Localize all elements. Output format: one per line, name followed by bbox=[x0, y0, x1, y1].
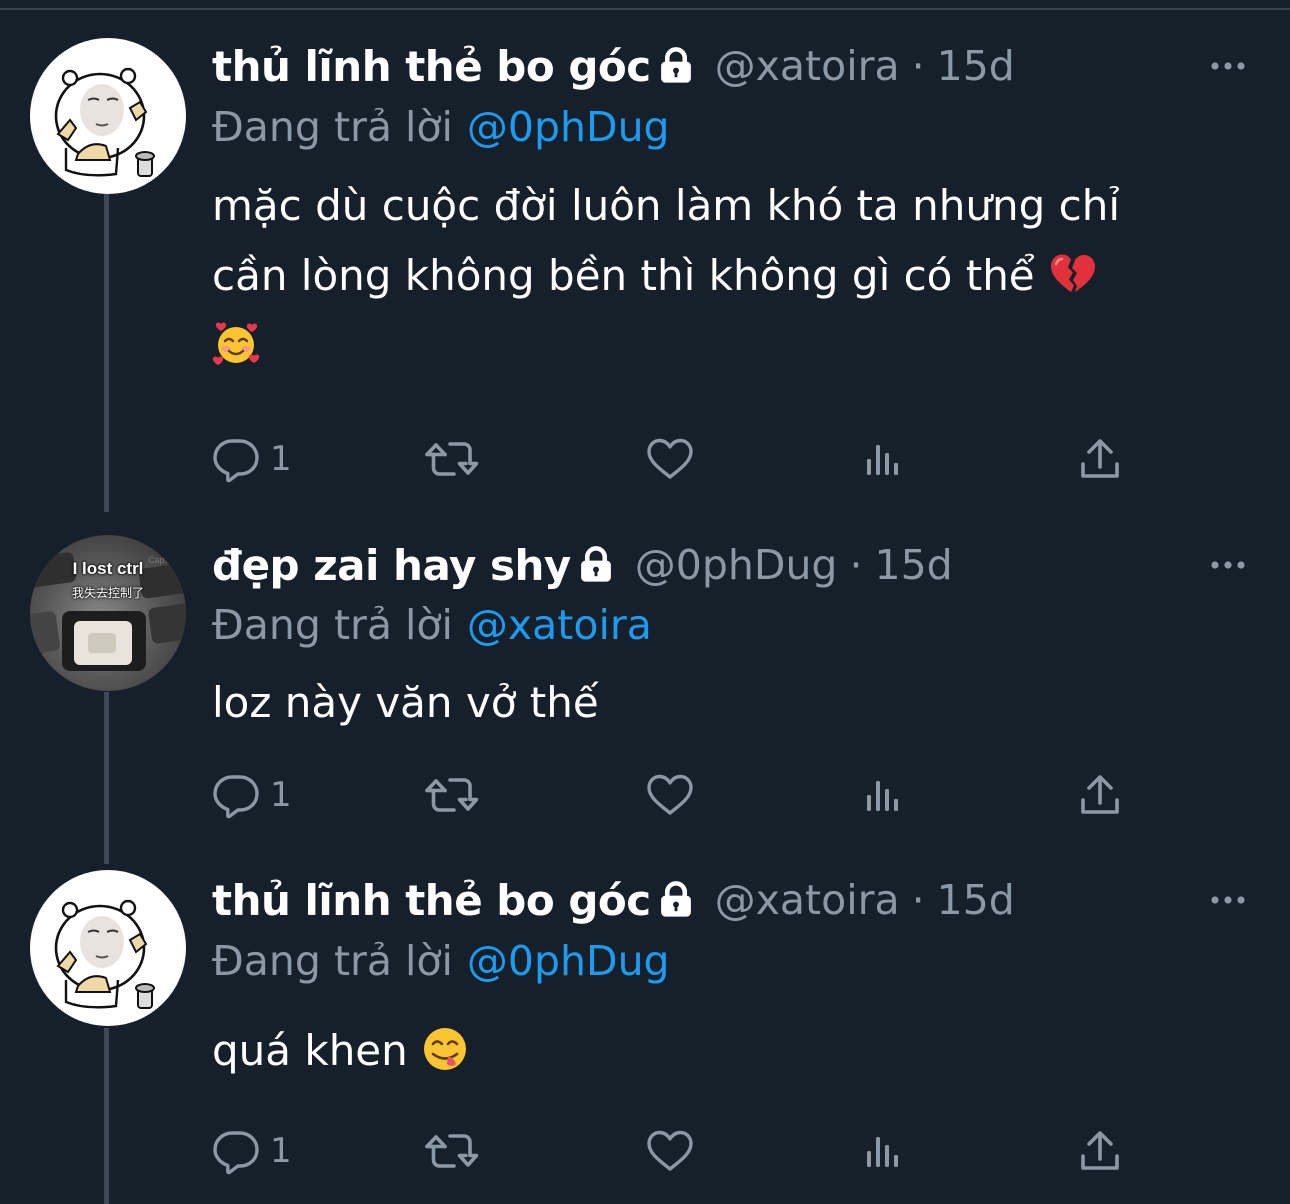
separator-dot: · bbox=[911, 876, 925, 924]
lock-icon bbox=[575, 544, 617, 586]
tweet-actions: 1 bbox=[212, 1126, 1212, 1176]
user-handle[interactable]: @0phDug bbox=[635, 541, 838, 589]
heart-icon bbox=[646, 1129, 694, 1173]
tweet-text-segment: quá khen bbox=[212, 1026, 408, 1075]
heart-icon bbox=[646, 773, 694, 817]
retweet-button[interactable] bbox=[424, 434, 480, 484]
share-button[interactable] bbox=[1078, 434, 1122, 484]
broken-heart-emoji bbox=[1048, 250, 1096, 298]
tweet[interactable]: thủ lĩnh thẻ bo góc @xatoira · 15d Đang … bbox=[0, 856, 1290, 1204]
reply-count: 1 bbox=[270, 439, 292, 479]
tweet-header: đẹp zai hay shy @0phDug · 15d bbox=[212, 537, 953, 593]
reply-button[interactable]: 1 bbox=[212, 434, 292, 484]
timestamp[interactable]: 15d bbox=[937, 42, 1015, 90]
views-button[interactable] bbox=[864, 1126, 904, 1176]
tweet-header: thủ lĩnh thẻ bo góc @xatoira · 15d bbox=[212, 872, 1015, 928]
views-button[interactable] bbox=[864, 770, 904, 820]
tweet-text: mặc dù cuộc đời luôn làm khó ta nhưng ch… bbox=[212, 171, 1262, 381]
retweet-button[interactable] bbox=[424, 770, 480, 820]
more-icon[interactable] bbox=[1208, 555, 1248, 575]
more-icon[interactable] bbox=[1208, 56, 1248, 76]
replying-to-label: Đang trả lời bbox=[212, 601, 453, 649]
replying-to: Đang trả lời @0phDug bbox=[212, 99, 670, 155]
retweet-icon bbox=[424, 439, 480, 479]
retweet-icon bbox=[424, 775, 480, 815]
replying-to-handle[interactable]: @0phDug bbox=[467, 103, 670, 151]
display-name[interactable]: đẹp zai hay shy bbox=[212, 541, 571, 590]
like-button[interactable] bbox=[646, 770, 694, 820]
tweet-text-line: cần lòng không bền thì không gì có thể bbox=[212, 241, 1262, 311]
user-handle[interactable]: @xatoira bbox=[715, 876, 900, 924]
display-name[interactable]: thủ lĩnh thẻ bo góc bbox=[212, 876, 651, 925]
views-icon bbox=[864, 439, 904, 479]
reply-button[interactable]: 1 bbox=[212, 770, 292, 820]
share-icon bbox=[1078, 437, 1122, 481]
like-button[interactable] bbox=[646, 1126, 694, 1176]
reply-count: 1 bbox=[270, 1131, 292, 1171]
share-icon bbox=[1078, 1129, 1122, 1173]
tweet-text-line bbox=[212, 311, 1262, 381]
tweet-text: loz này văn vở thế bbox=[212, 668, 1262, 738]
more-icon[interactable] bbox=[1208, 890, 1248, 910]
bear-avatar-image bbox=[30, 870, 186, 1026]
smiling-face-with-hearts-emoji bbox=[212, 320, 260, 368]
tweet-text-line: quá khen bbox=[212, 1016, 1262, 1086]
tweet-text-segment: cần lòng không bền thì không gì có thể bbox=[212, 251, 1035, 300]
tweet[interactable]: thủ lĩnh thẻ bo góc @xatoira · 15d Đang … bbox=[0, 0, 1290, 520]
share-button[interactable] bbox=[1078, 1126, 1122, 1176]
tweet-text: quá khen bbox=[212, 1016, 1262, 1086]
avatar[interactable] bbox=[30, 870, 186, 1026]
separator-dot: · bbox=[911, 42, 925, 90]
face-savoring-food-emoji bbox=[421, 1025, 469, 1073]
avatar-caption: I lost ctrl bbox=[72, 559, 144, 578]
separator-dot: · bbox=[849, 541, 863, 589]
lock-icon bbox=[655, 879, 697, 921]
reply-icon bbox=[212, 435, 260, 483]
like-button[interactable] bbox=[646, 434, 694, 484]
lock-icon bbox=[655, 45, 697, 87]
retweet-icon bbox=[424, 1131, 480, 1171]
bear-avatar-image bbox=[30, 38, 186, 194]
tweet[interactable]: I lost ctrl 我失去控制了 đẹp zai hay shy @0phD… bbox=[0, 520, 1290, 856]
replying-to-label: Đang trả lời bbox=[212, 103, 453, 151]
display-name[interactable]: thủ lĩnh thẻ bo góc bbox=[212, 42, 651, 91]
replying-to: Đang trả lời @0phDug bbox=[212, 933, 670, 989]
timestamp[interactable]: 15d bbox=[937, 876, 1015, 924]
replying-to-label: Đang trả lời bbox=[212, 937, 453, 985]
views-icon bbox=[864, 775, 904, 815]
share-icon bbox=[1078, 773, 1122, 817]
views-icon bbox=[864, 1131, 904, 1171]
replying-to-handle[interactable]: @0phDug bbox=[467, 937, 670, 985]
retweet-button[interactable] bbox=[424, 1126, 480, 1176]
tweet-text-line: loz này văn vở thế bbox=[212, 678, 599, 727]
reply-button[interactable]: 1 bbox=[212, 1126, 292, 1176]
avatar-caption: 我失去控制了 bbox=[71, 586, 144, 600]
tweet-actions: 1 bbox=[212, 770, 1212, 820]
tweet-text-line: mặc dù cuộc đời luôn làm khó ta nhưng ch… bbox=[212, 181, 1120, 230]
heart-icon bbox=[646, 437, 694, 481]
reply-icon bbox=[212, 771, 260, 819]
timestamp[interactable]: 15d bbox=[875, 541, 953, 589]
replying-to: Đang trả lời @xatoira bbox=[212, 597, 652, 653]
reply-count: 1 bbox=[270, 775, 292, 815]
avatar[interactable]: I lost ctrl 我失去控制了 bbox=[30, 535, 186, 691]
user-handle[interactable]: @xatoira bbox=[715, 42, 900, 90]
reply-icon bbox=[212, 1127, 260, 1175]
avatar[interactable] bbox=[30, 38, 186, 194]
tweet-header: thủ lĩnh thẻ bo góc @xatoira · 15d bbox=[212, 38, 1015, 94]
share-button[interactable] bbox=[1078, 770, 1122, 820]
replying-to-handle[interactable]: @xatoira bbox=[467, 601, 652, 649]
tweet-actions: 1 bbox=[212, 434, 1212, 484]
views-button[interactable] bbox=[864, 434, 904, 484]
